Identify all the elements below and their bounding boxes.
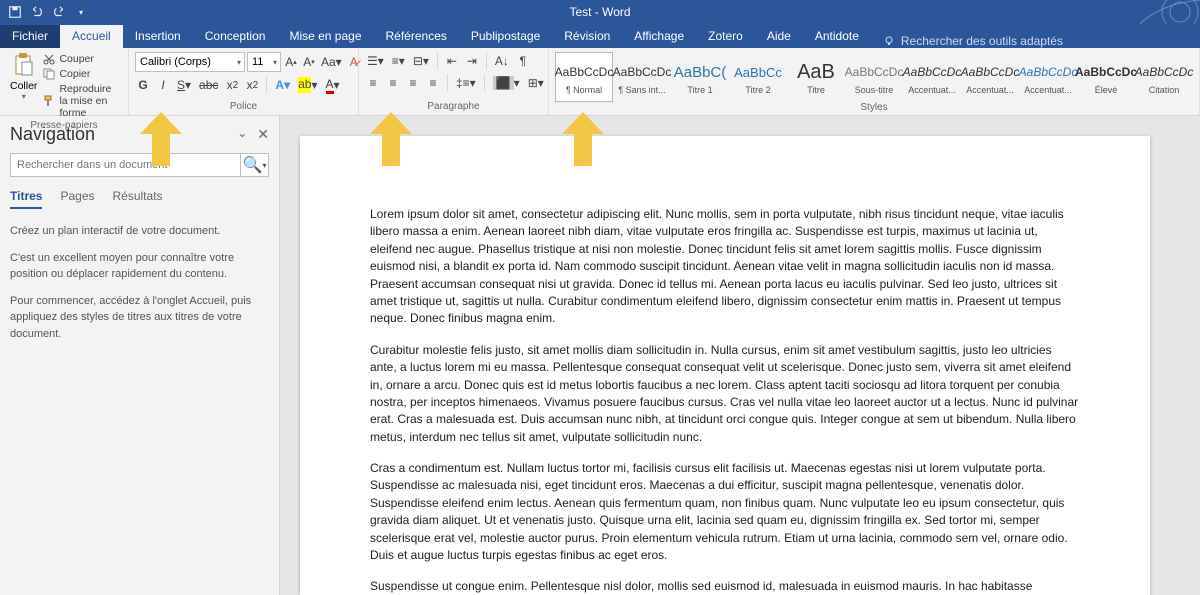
- line-spacing-button[interactable]: ‡≡▾: [454, 74, 478, 92]
- grow-font-button[interactable]: A▴: [283, 53, 299, 71]
- justify-button[interactable]: ≡: [425, 74, 441, 92]
- tab-affichage[interactable]: Affichage: [622, 25, 696, 48]
- nav-tab-pages[interactable]: Pages: [60, 189, 94, 209]
- numbering-button[interactable]: ≡▾: [390, 52, 407, 70]
- nav-help-text: Créez un plan interactif de votre docume…: [10, 223, 269, 342]
- tab-references[interactable]: Références: [374, 25, 459, 48]
- styles-gallery[interactable]: AaBbCcDc¶ NormalAaBbCcDc¶ Sans int...AaB…: [555, 50, 1193, 102]
- nav-close-icon[interactable]: ✕: [257, 126, 269, 143]
- style-item[interactable]: AaBbCcDcAccentuat...: [961, 52, 1019, 102]
- tab-zotero[interactable]: Zotero: [696, 25, 755, 48]
- borders-button[interactable]: ⊞▾: [526, 74, 546, 92]
- nav-search-input[interactable]: [11, 154, 240, 176]
- tell-me-label: Rechercher des outils adaptés: [901, 34, 1063, 48]
- tell-me-search[interactable]: Rechercher des outils adaptés: [883, 34, 1063, 48]
- ribbon: Coller ▾ Couper Copier Reproduire la mis…: [0, 48, 1200, 116]
- font-name-select[interactable]: Calibri (Corps): [135, 52, 245, 72]
- style-item[interactable]: AaBbCcDcCitation: [1135, 52, 1193, 102]
- multilevel-button[interactable]: ⊟▾: [411, 52, 431, 70]
- style-item[interactable]: AaBbCcDcAccentuat...: [903, 52, 961, 102]
- tab-conception[interactable]: Conception: [193, 25, 278, 48]
- copy-icon: [43, 68, 55, 80]
- shading-button[interactable]: ⬛▾: [491, 74, 522, 92]
- quick-access-toolbar: ▾: [0, 5, 88, 19]
- scissors-icon: [43, 53, 55, 65]
- bold-button[interactable]: G: [135, 76, 151, 94]
- show-marks-button[interactable]: ¶: [515, 52, 531, 70]
- style-item[interactable]: AaBbCcDcÉlevé: [1077, 52, 1135, 102]
- bullets-button[interactable]: ☰▾: [365, 52, 386, 70]
- qat-more-icon[interactable]: ▾: [74, 5, 88, 19]
- change-case-button[interactable]: Aa▾: [319, 53, 344, 71]
- indent-inc-button[interactable]: ⇥: [464, 52, 480, 70]
- document-area[interactable]: Lorem ipsum dolor sit amet, consectetur …: [280, 116, 1200, 595]
- page[interactable]: Lorem ipsum dolor sit amet, consectetur …: [300, 136, 1150, 595]
- annotation-arrow: [140, 112, 182, 166]
- undo-icon[interactable]: [30, 5, 44, 19]
- italic-button[interactable]: I: [155, 76, 171, 94]
- font-color-button[interactable]: A▾: [324, 76, 342, 94]
- window-title: Test - Word: [569, 5, 630, 19]
- tab-insertion[interactable]: Insertion: [123, 25, 193, 48]
- brush-icon: [43, 95, 55, 107]
- sort-button[interactable]: A↓: [493, 52, 511, 70]
- group-styles: AaBbCcDc¶ NormalAaBbCcDc¶ Sans int...AaB…: [549, 48, 1200, 115]
- style-item[interactable]: AaBbCcDcAccentuat...: [1019, 52, 1077, 102]
- style-item[interactable]: AaBbCcDc¶ Normal: [555, 52, 613, 102]
- style-item[interactable]: AaBbCcTitre 2: [729, 52, 787, 102]
- body-paragraph: Curabitur molestie felis justo, sit amet…: [370, 342, 1080, 446]
- paste-button[interactable]: Coller ▾: [6, 50, 41, 101]
- tab-mise-en-page[interactable]: Mise en page: [277, 25, 373, 48]
- body-paragraph: Suspendisse ut congue enim. Pellentesque…: [370, 578, 1080, 595]
- superscript-button[interactable]: x2: [244, 76, 260, 94]
- tab-accueil[interactable]: Accueil: [60, 25, 123, 48]
- paste-label: Coller: [10, 80, 37, 92]
- body-paragraph: Cras a condimentum est. Nullam luctus to…: [370, 460, 1080, 564]
- align-left-button[interactable]: ≡: [365, 74, 381, 92]
- clipboard-label: Presse-papiers: [6, 120, 122, 132]
- redo-icon[interactable]: [52, 5, 66, 19]
- tab-publipostage[interactable]: Publipostage: [459, 25, 552, 48]
- style-item[interactable]: AaBbCcDcSous-titre: [845, 52, 903, 102]
- group-clipboard: Coller ▾ Couper Copier Reproduire la mis…: [0, 48, 129, 115]
- tab-fichier[interactable]: Fichier: [0, 25, 60, 48]
- group-font: Calibri (Corps) 11 A▴ A▾ Aa▾ A̷ G I S▾ a…: [129, 48, 359, 115]
- tab-revision[interactable]: Révision: [552, 25, 622, 48]
- text-effects-button[interactable]: A▾: [273, 76, 292, 94]
- styles-label: Styles: [555, 102, 1193, 114]
- align-right-button[interactable]: ≡: [405, 74, 421, 92]
- format-painter-button[interactable]: Reproduire la mise en forme: [41, 82, 122, 120]
- cut-button[interactable]: Couper: [41, 52, 122, 66]
- nav-search-button[interactable]: 🔍▾: [240, 154, 268, 176]
- copy-button[interactable]: Copier: [41, 67, 122, 81]
- indent-dec-button[interactable]: ⇤: [444, 52, 460, 70]
- bulb-icon: [883, 35, 895, 47]
- nav-collapse-icon[interactable]: ⌄: [237, 126, 247, 143]
- annotation-arrow: [562, 112, 604, 166]
- nav-tab-resultats[interactable]: Résultats: [113, 189, 163, 209]
- annotation-arrow: [370, 112, 412, 166]
- tab-aide[interactable]: Aide: [755, 25, 803, 48]
- style-item[interactable]: AaBbC(Titre 1: [671, 52, 729, 102]
- group-paragraph: ☰▾ ≡▾ ⊟▾ ⇤ ⇥ A↓ ¶ ≡ ≡ ≡ ≡ ‡≡▾ ⬛▾ ⊞▾: [359, 48, 549, 115]
- decoration: [1080, 0, 1200, 24]
- subscript-button[interactable]: x2: [224, 76, 240, 94]
- save-icon[interactable]: [8, 5, 22, 19]
- shrink-font-button[interactable]: A▾: [301, 53, 317, 71]
- align-center-button[interactable]: ≡: [385, 74, 401, 92]
- title-bar: ▾ Test - Word: [0, 0, 1200, 24]
- style-item[interactable]: AaBbCcDc¶ Sans int...: [613, 52, 671, 102]
- body-paragraph: Lorem ipsum dolor sit amet, consectetur …: [370, 206, 1080, 328]
- highlight-button[interactable]: ab▾: [296, 76, 319, 94]
- paste-icon: [13, 52, 35, 78]
- style-item[interactable]: AaBTitre: [787, 52, 845, 102]
- strike-button[interactable]: abc: [197, 76, 220, 94]
- font-size-select[interactable]: 11: [247, 52, 281, 72]
- ribbon-tabs: Fichier Accueil Insertion Conception Mis…: [0, 24, 1200, 48]
- navigation-pane: Navigation ⌄ ✕ 🔍▾ Titres Pages Résultats…: [0, 116, 280, 595]
- nav-tab-titres[interactable]: Titres: [10, 189, 42, 209]
- tab-antidote[interactable]: Antidote: [803, 25, 871, 48]
- underline-button[interactable]: S▾: [175, 76, 193, 94]
